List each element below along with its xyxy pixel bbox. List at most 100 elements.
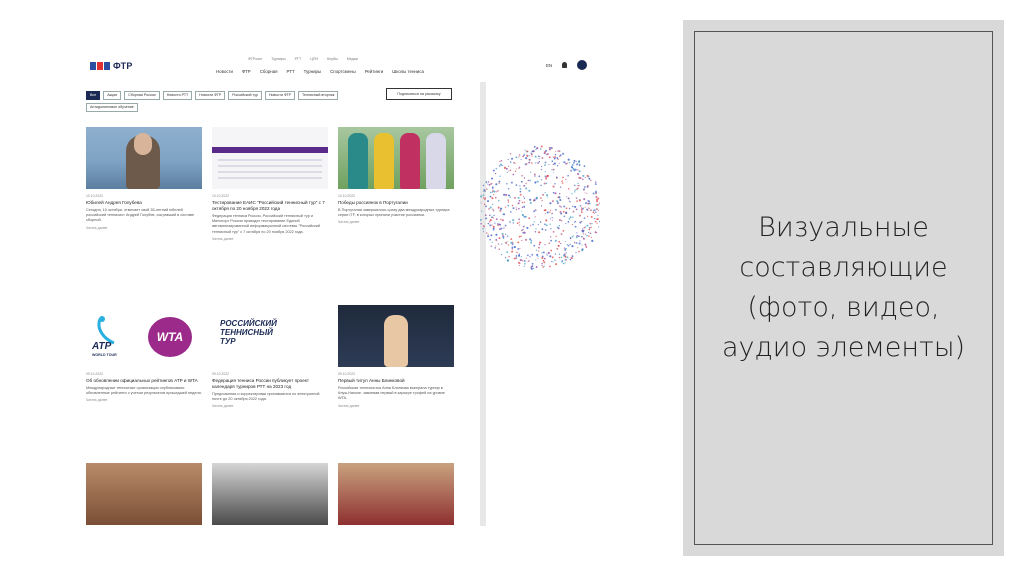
globe-dot [584,206,586,208]
filter-chip[interactable]: Новости РТТ [162,91,193,100]
globe-dot [499,224,501,226]
globe-dot [576,163,579,166]
globe-dot [597,209,599,212]
globe-dot [504,224,507,227]
news-card[interactable]: 09.10.2022 Первый титул Анны Блинковой Р… [338,305,454,408]
globe-dot [510,181,513,184]
globe-dot [540,179,543,181]
top-nav-item[interactable]: РТТ [295,57,302,61]
news-card[interactable] [212,463,328,525]
main-nav-item[interactable]: Турниры [304,69,322,74]
atp-logo-text: ATP [92,341,112,352]
news-card[interactable]: 10.10.2022 Тестирование ЕАИС "Российский… [212,127,328,241]
globe-dot [564,240,566,243]
globe-dot [507,187,510,190]
globe-dot [504,233,507,235]
filter-chip[interactable]: Новости ФТР [195,91,226,100]
globe-dot [490,245,493,248]
globe-dot [480,222,482,225]
news-date: 10.10.2022 [86,194,103,198]
globe-dot [537,246,540,249]
globe-dot [552,168,555,171]
main-nav-item[interactable]: Рейтинги [365,69,384,74]
filter-chip[interactable]: Теннисный вторник [298,91,339,100]
news-card[interactable]: 10.10.2022 Победы россиянок в Португалии… [338,127,454,224]
globe-dot [552,172,554,174]
main-nav-item[interactable]: РТТ [287,69,295,74]
news-title[interactable]: Об обновлении официальных рейтингов ATP … [86,378,202,384]
globe-dot [584,192,586,194]
globe-dot [513,246,516,249]
globe-dot [512,219,515,222]
globe-dot [488,208,490,210]
globe-dot [595,195,598,199]
search-icon[interactable] [577,60,588,70]
news-title[interactable]: Тестирование ЕАИС "Российский теннисный … [212,200,328,212]
globe-dot [531,262,534,265]
filter-chip[interactable]: Сборная России [124,91,160,100]
main-nav-item[interactable]: ФТР [242,69,251,74]
globe-dot [575,160,577,162]
read-more-link[interactable]: Читать далее [212,404,328,408]
read-more-link[interactable]: Читать далее [338,220,454,224]
filter-chip[interactable]: Российский тур [228,91,262,100]
globe-dot [547,251,550,255]
news-card[interactable]: РОССИЙСКИЙ ТЕННИСНЫЙ ТУР 09.10.2022 Феде… [212,305,328,408]
globe-dot [560,256,563,259]
globe-dot [586,224,589,227]
globe-dot [523,225,525,227]
globe-dot [489,191,492,194]
news-title[interactable]: Федерация тенниса России публикует проек… [212,378,328,390]
globe-dot [586,185,589,187]
globe-dot [571,235,574,238]
read-more-link[interactable]: Читать далее [338,404,454,408]
globe-dot [560,206,562,208]
globe-dot [510,161,512,163]
main-nav-item[interactable]: Школы тенниса [392,69,424,74]
globe-dot [523,197,526,199]
language-switch[interactable]: EN [546,63,552,68]
main-nav-item[interactable]: Спортсмены [330,69,356,74]
globe-dot [480,195,483,198]
read-more-link[interactable]: Читать далее [212,237,328,241]
news-title[interactable]: Победы россиянок в Португалии [338,200,454,206]
globe-dot [552,156,555,158]
globe-dot [586,192,588,194]
filter-chip[interactable]: Антидопинговое обучение [86,103,138,112]
news-card[interactable]: ATP WORLD TOUR WTA 09.10.2022 Об обновле… [86,305,202,402]
globe-dot [502,213,506,216]
globe-dot [511,246,514,249]
globe-dot [535,266,538,268]
globe-dot [585,246,588,248]
globe-dot [583,217,586,219]
read-more-link[interactable]: Читать далее [86,398,202,402]
subscribe-button[interactable]: Подписаться на рассылку [386,88,452,100]
globe-dot [516,251,518,254]
top-nav-item[interactable]: Турниры [271,57,285,61]
globe-dot [563,215,566,218]
top-nav-item[interactable]: ЦПН [310,57,318,61]
top-nav-item[interactable]: Клубы [327,57,338,61]
filter-chip[interactable]: Акции [103,91,122,100]
globe-dot [516,222,519,224]
user-icon[interactable] [562,62,568,68]
read-more-link[interactable]: Читать далее [86,226,202,230]
main-nav-item[interactable]: Новости [216,69,233,74]
main-nav-item[interactable]: Сборная [260,69,278,74]
news-card[interactable] [338,463,454,525]
globe-dot [500,160,503,162]
filter-chip[interactable]: Новости ФТР [264,91,295,100]
globe-dot [553,162,556,165]
filter-chip-all[interactable]: Все [86,91,101,100]
site-logo[interactable]: ФТР [90,61,133,71]
news-card[interactable]: 10.10.2022 Юбилей Андрея Голубева Сегодн… [86,127,202,230]
news-title[interactable]: Юбилей Андрея Голубева [86,200,202,206]
news-card[interactable] [86,463,202,525]
globe-dot [595,208,598,211]
globe-dot [484,190,486,192]
globe-dot [569,216,572,219]
top-nav-item[interactable]: Медиа [347,57,358,61]
top-nav-item[interactable]: ФТР.com [248,57,262,61]
news-title[interactable]: Первый титул Анны Блинковой [338,378,454,384]
globe-dot [501,219,504,222]
